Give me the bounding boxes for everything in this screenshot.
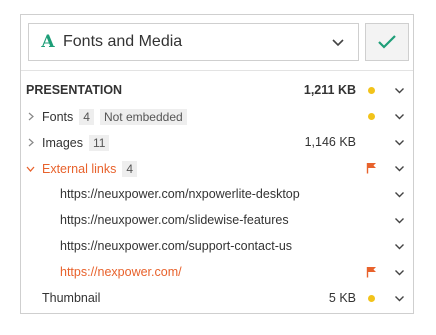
external-link-item[interactable]: https://neuxpower.com/support-contact-us [21, 233, 413, 259]
confirm-button[interactable] [365, 23, 409, 61]
chevron-down-icon[interactable] [394, 267, 405, 278]
chevron-down-icon[interactable] [394, 163, 405, 174]
chevron-right-icon[interactable] [26, 112, 35, 121]
images-count-badge: 11 [89, 135, 110, 151]
link-url[interactable]: https://neuxpower.com/nxpowerlite-deskto… [60, 187, 300, 201]
chevron-down-icon[interactable] [394, 293, 405, 304]
status-dot-icon [366, 110, 375, 120]
category-dropdown[interactable]: A Fonts and Media [28, 23, 359, 61]
images-label-group: Images 11 [42, 135, 110, 151]
external-link-item[interactable]: https://neuxpower.com/slidewise-features [21, 207, 413, 233]
chevron-down-icon [332, 39, 344, 47]
header-divider [21, 70, 413, 71]
app-logo-icon: A [41, 32, 55, 52]
flag-icon [366, 267, 376, 278]
chevron-down-icon[interactable] [394, 85, 405, 96]
external-links-label: External links [42, 162, 117, 176]
link-url[interactable]: https://neuxpower.com/support-contact-us [60, 239, 292, 253]
chevron-down-icon[interactable] [394, 241, 405, 252]
thumbnail-label: Thumbnail [42, 291, 101, 305]
status-dot-icon [366, 84, 375, 94]
fonts-row[interactable]: Fonts 4 Not embedded [21, 103, 413, 129]
thumbnail-size: 5 KB [328, 291, 356, 305]
chevron-right-icon[interactable] [26, 138, 35, 147]
fonts-label-group: Fonts 4 Not embedded [42, 109, 187, 125]
not-embedded-badge: Not embedded [99, 109, 187, 125]
presentation-size: 1,211 KB [303, 83, 356, 97]
chevron-down-icon[interactable] [394, 137, 405, 148]
flag-icon [366, 163, 376, 174]
link-url[interactable]: https://nexpower.com/ [60, 265, 182, 279]
chevron-down-icon[interactable] [394, 111, 405, 122]
dropdown-selected-label: Fonts and Media [63, 33, 183, 50]
presentation-row[interactable]: PRESENTATION 1,211 KB [21, 77, 413, 103]
status-dot-icon [366, 292, 375, 302]
fonts-count-badge: 4 [79, 109, 94, 125]
chevron-down-icon[interactable] [394, 215, 405, 226]
link-url[interactable]: https://neuxpower.com/slidewise-features [60, 213, 289, 227]
images-row[interactable]: Images 11 1,146 KB [21, 129, 413, 155]
external-link-item[interactable]: https://neuxpower.com/nxpowerlite-deskto… [21, 181, 413, 207]
images-size: 1,146 KB [304, 135, 356, 149]
thumbnail-row[interactable]: Thumbnail 5 KB [21, 285, 413, 311]
external-link-item-broken[interactable]: https://nexpower.com/ [21, 259, 413, 285]
checkmark-icon [378, 35, 396, 49]
external-links-label-group: External links 4 [42, 161, 138, 177]
presentation-label: PRESENTATION [26, 83, 123, 97]
external-links-count-badge: 4 [122, 161, 138, 177]
fonts-and-media-panel: A Fonts and Media PRESENTATION 1,211 KB … [20, 14, 414, 314]
chevron-down-icon[interactable] [394, 189, 405, 200]
images-label: Images [42, 136, 83, 150]
fonts-label: Fonts [42, 110, 74, 124]
item-list: PRESENTATION 1,211 KB Fonts 4 Not embedded… [21, 77, 413, 311]
panel-header: A Fonts and Media [28, 23, 409, 63]
chevron-down-icon[interactable] [26, 164, 35, 173]
external-links-row[interactable]: External links 4 [21, 155, 413, 181]
